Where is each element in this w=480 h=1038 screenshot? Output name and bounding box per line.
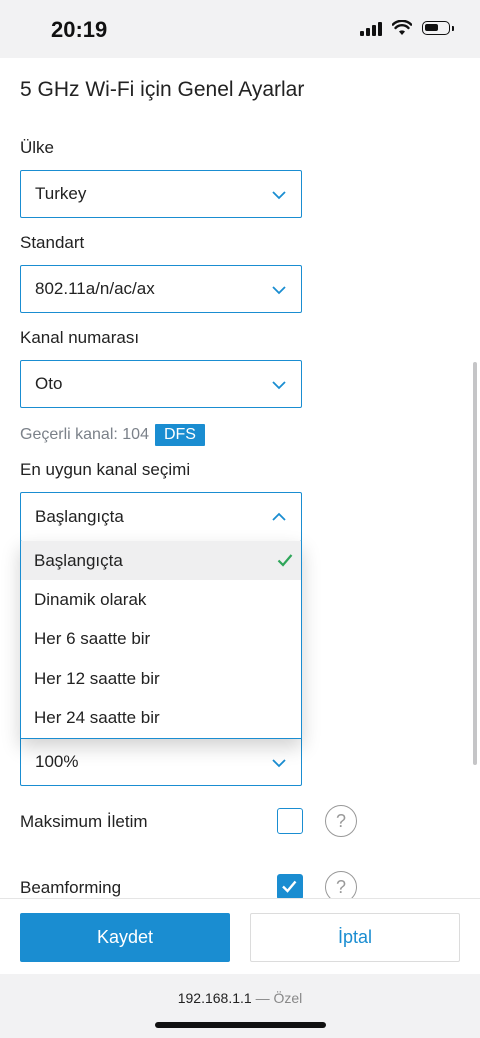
optimal-channel-select[interactable]: Başlangıçta [20,492,302,542]
dropdown-option-label: Başlangıçta [34,550,123,570]
power-value: 100% [35,752,79,771]
url-separator: — [255,990,270,1006]
current-channel-text: Geçerli kanal: 104 [20,426,149,443]
standard-value: 802.11a/n/ac/ax [35,279,155,298]
optimal-channel-dropdown: Başlangıçta Dinamik olarak Her 6 saatte … [20,541,302,739]
battery-icon [422,21,454,35]
channel-select[interactable]: Oto [20,360,302,408]
wifi-icon [392,20,412,35]
page-title: 5 GHz Wi-Fi için Genel Ayarlar [20,78,305,101]
cellular-signal-icon [360,20,382,36]
dropdown-option[interactable]: Dinamik olarak [21,580,301,619]
dropdown-option[interactable]: Her 24 saatte bir [21,699,301,738]
cancel-button[interactable]: İptal [250,913,460,962]
scrollbar[interactable] [473,362,477,765]
status-icons [360,20,454,36]
beamforming-checkbox[interactable] [277,874,303,900]
dropdown-option[interactable]: Her 12 saatte bir [21,659,301,698]
max-transmit-label: Maksimum İletim [20,812,148,831]
chevron-up-icon [272,512,286,521]
browser-bar: 192.168.1.1 — Özel [0,974,480,1038]
chevron-down-icon [272,759,286,768]
url-text: 192.168.1.1 [177,990,252,1006]
max-transmit-checkbox[interactable] [277,808,303,834]
chevron-down-icon [272,191,286,200]
save-button[interactable]: Kaydet [20,913,230,962]
country-label: Ülke [20,138,55,157]
action-bar: Kaydet İptal [0,898,480,975]
chevron-down-icon [272,286,286,295]
checkmark-icon [277,554,293,567]
address-bar[interactable]: 192.168.1.1 — Özel [0,990,480,1006]
help-icon[interactable]: ? [325,805,357,837]
dropdown-option-label: Her 12 saatte bir [34,668,160,688]
status-bar: 20:19 [0,0,480,58]
channel-value: Oto [35,374,63,393]
beamforming-label: Beamforming [20,878,122,897]
dropdown-option[interactable]: Her 6 saatte bir [21,620,301,659]
optimal-channel-value: Başlangıçta [35,507,124,526]
dropdown-option-label: Her 6 saatte bir [34,629,151,649]
checkmark-icon [282,880,297,893]
private-mode-label: Özel [273,990,303,1006]
dropdown-option-label: Her 24 saatte bir [34,708,160,728]
country-select[interactable]: Turkey [20,170,302,218]
standard-label: Standart [20,233,85,252]
status-time: 20:19 [51,17,108,42]
dropdown-option-label: Dinamik olarak [34,590,147,610]
home-indicator[interactable] [155,1022,326,1028]
optimal-channel-label: En uygun kanal seçimi [20,460,191,479]
current-channel-hint: Geçerli kanal: 104 DFS [20,424,205,446]
chevron-down-icon [272,381,286,390]
dropdown-option[interactable]: Başlangıçta [21,541,301,581]
dfs-badge: DFS [154,424,205,446]
channel-label: Kanal numarası [20,328,140,347]
standard-select[interactable]: 802.11a/n/ac/ax [20,265,302,313]
power-select[interactable]: 100% [20,733,302,786]
country-value: Turkey [35,184,87,203]
